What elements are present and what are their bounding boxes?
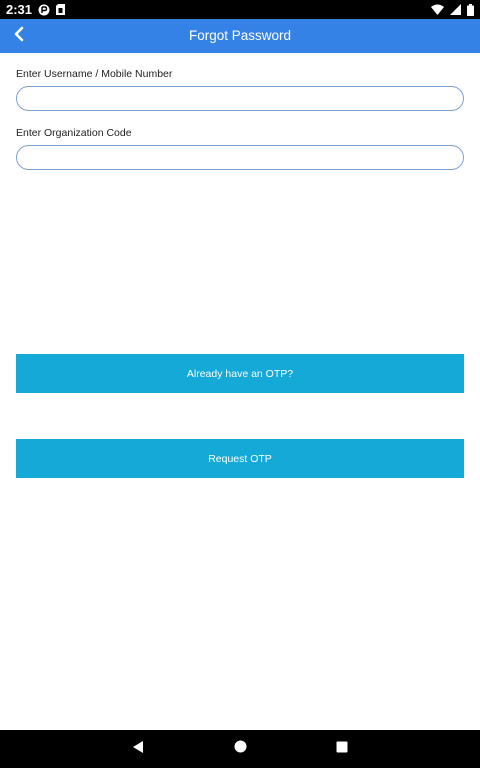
forgot-password-screen: 2:31 Forgot Password Enter Username / Mo… xyxy=(0,0,480,768)
app-bar: Forgot Password xyxy=(0,19,480,53)
status-left: 2:31 xyxy=(6,2,66,17)
username-input[interactable] xyxy=(16,86,464,111)
system-nav-bar xyxy=(0,730,480,768)
home-circle-icon xyxy=(234,740,247,758)
organization-code-label: Enter Organization Code xyxy=(16,127,132,139)
notification-app-icon xyxy=(38,4,50,16)
back-triangle-icon xyxy=(131,740,145,759)
username-label: Enter Username / Mobile Number xyxy=(16,68,173,80)
request-otp-button[interactable]: Request OTP xyxy=(16,439,464,478)
page-title: Forgot Password xyxy=(188,28,292,43)
battery-icon xyxy=(467,3,474,16)
signal-icon xyxy=(450,4,461,15)
status-bar: 2:31 xyxy=(0,0,480,19)
organization-code-input[interactable] xyxy=(16,145,464,170)
status-time: 2:31 xyxy=(6,2,33,17)
status-right xyxy=(431,3,474,16)
nav-back-button[interactable] xyxy=(118,730,158,768)
already-have-otp-button[interactable]: Already have an OTP? xyxy=(16,354,464,393)
nav-recents-button[interactable] xyxy=(322,730,362,768)
wifi-icon xyxy=(431,4,444,15)
nav-home-button[interactable] xyxy=(220,730,260,768)
recents-square-icon xyxy=(336,740,348,758)
sim-card-icon xyxy=(56,4,66,15)
